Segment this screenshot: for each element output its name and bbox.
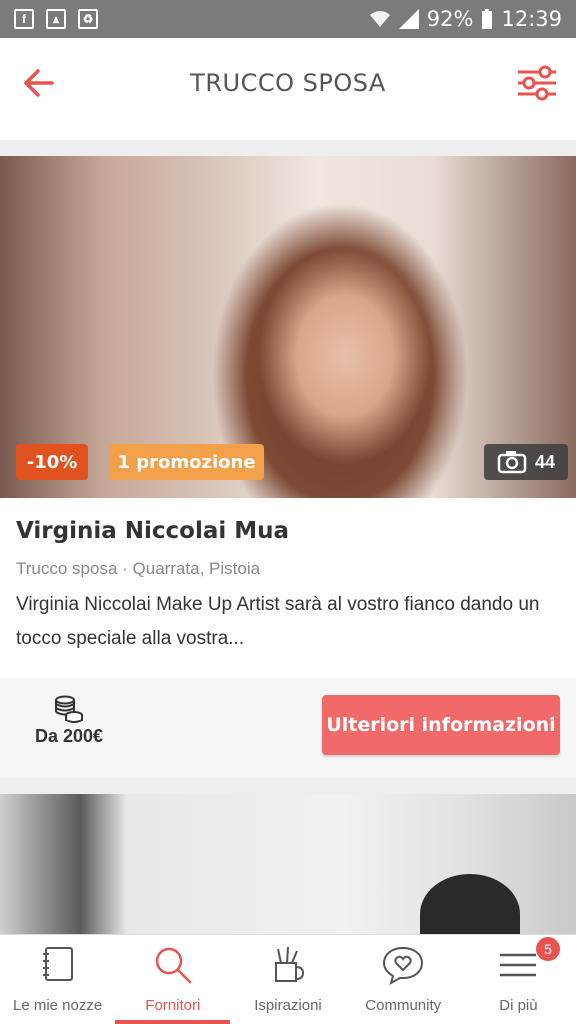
- nav-label: Ispirazioni: [254, 997, 322, 1014]
- photo-subject: [420, 874, 520, 934]
- vendor-category-location: Trucco sposa · Quarrata, Pistoia: [16, 559, 261, 578]
- coins-icon: [55, 695, 83, 723]
- price-block: Da 200€: [24, 694, 114, 747]
- page-title: TRUCCO SPOSA: [190, 69, 386, 97]
- clock: 12:39: [501, 7, 562, 31]
- wifi-icon: [369, 11, 390, 27]
- photo-count-badge[interactable]: 44: [484, 444, 568, 480]
- app-bar: TRUCCO SPOSA: [0, 38, 576, 128]
- battery-icon: [482, 9, 493, 29]
- nav-le-mie-nozze[interactable]: Le mie nozze: [0, 935, 115, 1024]
- status-notifications: f ▴ ♻: [14, 9, 98, 29]
- vendor-name[interactable]: Virginia Niccolai Mua: [16, 518, 289, 544]
- signal-icon: [398, 9, 419, 29]
- next-vendor-photo[interactable]: [0, 794, 576, 934]
- nav-fornitori[interactable]: Fornitori: [115, 935, 231, 1024]
- filter-sliders-icon[interactable]: [516, 64, 558, 102]
- notebook-icon: [42, 947, 73, 981]
- status-bar: f ▴ ♻ 92% 12:39: [0, 0, 576, 38]
- notification-badge: 5: [536, 937, 561, 961]
- nav-label: Community: [365, 997, 442, 1014]
- nav-ispirazioni[interactable]: Ispirazioni: [230, 935, 345, 1024]
- card-footer: Da 200€ Ulteriori informazioni: [0, 678, 576, 778]
- vendor-card[interactable]: -10% 1 promozione 44 Virginia Niccolai M…: [0, 156, 576, 778]
- vendor-photo[interactable]: -10% 1 promozione 44: [0, 156, 576, 498]
- camera-icon: [497, 451, 527, 474]
- status-system: 92% 12:39: [369, 7, 562, 31]
- discount-badge: -10%: [16, 444, 88, 480]
- image-icon: ▴: [46, 9, 66, 29]
- nav-label: Di più: [499, 997, 538, 1014]
- previous-card-edge: [0, 128, 576, 140]
- nav-di-piu[interactable]: 5 Di più: [461, 935, 576, 1024]
- promo-badge: 1 promozione: [109, 444, 264, 480]
- chat-heart-icon: [383, 946, 424, 986]
- price-label: Da 200€: [34, 726, 104, 746]
- battery-level: 92%: [426, 7, 474, 31]
- nav-label: Fornitori: [145, 997, 201, 1014]
- nav-community[interactable]: Community: [346, 935, 461, 1024]
- menu-icon: [500, 953, 537, 977]
- nav-label: Le mie nozze: [12, 997, 103, 1014]
- facebook-icon: f: [14, 9, 34, 29]
- more-info-button[interactable]: Ulteriori informazioni: [322, 695, 560, 755]
- search-icon: [155, 947, 192, 984]
- vendor-description: Virginia Niccolai Make Up Artist sarà al…: [16, 594, 540, 649]
- bottom-nav: Le mie nozze Fornitori Ispirazioni Commu…: [0, 934, 576, 1024]
- pencil-cup-icon: [275, 946, 305, 982]
- photo-count: 44: [534, 451, 556, 472]
- recycle-icon: ♻: [78, 9, 98, 29]
- back-arrow-icon[interactable]: [22, 66, 56, 100]
